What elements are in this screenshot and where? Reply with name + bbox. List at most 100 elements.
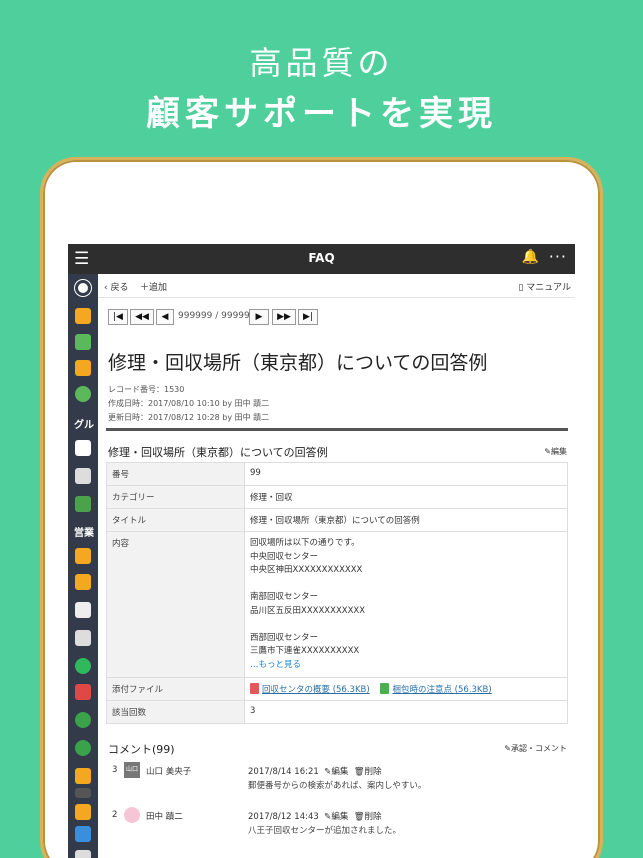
doc-file-icon: [380, 683, 390, 694]
edit-label: 編集: [331, 767, 349, 777]
approve-comment-label: 承認・コメント: [511, 744, 567, 753]
comment-date: 2017/8/14 16:21: [248, 767, 319, 777]
card-icon[interactable]: [75, 440, 91, 456]
field-label: 該当回数: [106, 700, 245, 724]
main-content: ‹ 戻る ＋追加 ▯ マニュアル |◀ ◀◀ ◀ 999999 / 999999…: [98, 274, 575, 858]
search-icon[interactable]: [75, 280, 91, 296]
pdf-file-icon: [250, 683, 259, 694]
comment-text: 郵便番号からの検索があれば、案内しやすい。: [248, 781, 427, 791]
approve-comment-button[interactable]: ✎承認・コメント: [504, 743, 567, 754]
comment-meta: 2017/8/14 16:21 ✎編集 🗑削除: [248, 765, 382, 777]
box-icon[interactable]: [75, 360, 91, 376]
flag-icon[interactable]: [75, 684, 91, 700]
avatar: [124, 807, 140, 823]
updated-at: 更新日時：2017/08/12 10:28 by 田中 蹟二: [108, 413, 270, 422]
content-line: 三鷹市下連雀XXXXXXXXXX: [250, 646, 360, 656]
field-label: カテゴリー: [106, 485, 245, 509]
comment-item: 2 田中 蹟二 2017/8/12 14:43 ✎編集 🗑削除 八王子回収センタ…: [110, 807, 568, 847]
comments-title: コメント(99): [108, 743, 175, 756]
content-line: 西部回収センター: [250, 632, 319, 643]
pager-info: 999999 / 999999: [178, 311, 256, 321]
comment-text: 八王子回収センターが追加されました。: [248, 826, 402, 836]
calendar-icon[interactable]: [75, 468, 91, 484]
bell-icon[interactable]: 🔔: [522, 249, 539, 265]
table-row: カテゴリー 修理・回収: [106, 485, 568, 509]
attachment-link[interactable]: 梱包時の注意点 (56.3KB): [392, 685, 491, 695]
folder2-icon[interactable]: [75, 574, 91, 590]
pencil-icon: ✎: [504, 744, 511, 753]
table-row: 内容 回収場所は以下の通りです。 中央回収センター 中央区神田XXXXXXXXX…: [106, 531, 568, 678]
field-label: タイトル: [106, 508, 245, 532]
content-line: [250, 618, 562, 632]
delete-label: 削除: [364, 767, 382, 777]
comment-date: 2017/8/12 14:43: [248, 812, 319, 822]
table-row: 番号 99: [106, 462, 568, 486]
address-book-icon[interactable]: [75, 334, 91, 350]
add-label: 追加: [149, 283, 168, 293]
app-screen: ☰ FAQ 🔔 ··· グル 営業 ‹ 戻る ＋追加 ▯ マニュアル |◀ ◀◀…: [68, 244, 575, 858]
comment-author: 山口 美央子: [146, 767, 192, 777]
comment-delete-button[interactable]: 🗑削除: [351, 767, 382, 777]
record-number: レコード番号：1530: [108, 385, 185, 394]
manual-button[interactable]: ▯ マニュアル: [518, 280, 571, 293]
content-value: 回収場所は以下の通りです。 中央回収センター 中央区神田XXXXXXXXXXXX…: [244, 531, 568, 678]
calendar2-icon[interactable]: [75, 804, 91, 820]
first-page-button[interactable]: |◀: [108, 309, 128, 325]
prev-fast-button[interactable]: ◀◀: [130, 309, 154, 325]
comment-delete-button[interactable]: 🗑削除: [351, 812, 382, 822]
pie-chart-icon[interactable]: [75, 712, 91, 728]
comment-number: 2: [112, 810, 118, 820]
content-line: 回収場所は以下の通りです。: [250, 538, 360, 548]
content-line: 品川区五反田XXXXXXXXXXX: [250, 605, 366, 616]
table-row: 添付ファイル 回収センタの概要 (56.3KB) 梱包時の注意点 (56.3KB…: [106, 677, 568, 701]
scroll-down-icon[interactable]: [75, 788, 91, 798]
briefcase-icon[interactable]: [75, 768, 91, 784]
record-title: 修理・回収場所（東京都）についての回答例: [108, 352, 488, 374]
more-icon[interactable]: ···: [549, 247, 567, 266]
table-row: 該当回数 3: [106, 700, 568, 724]
folder-icon[interactable]: [75, 548, 91, 564]
next-button[interactable]: ▶: [249, 309, 269, 325]
attachments-value: 回収センタの概要 (56.3KB) 梱包時の注意点 (56.3KB): [244, 677, 568, 701]
checkbox-icon[interactable]: [75, 496, 91, 512]
field-value: 3: [244, 700, 568, 724]
sidebar-label-group: グル: [74, 420, 94, 431]
edit-label: 編集: [551, 447, 567, 456]
page-title-faq: FAQ: [308, 251, 335, 265]
document-icon[interactable]: [75, 602, 91, 618]
comment-number: 3: [112, 765, 118, 775]
content-line: 中央回収センター: [250, 551, 319, 562]
trash-icon: 🗑: [353, 767, 365, 777]
note-icon[interactable]: [75, 850, 91, 858]
schedule-icon[interactable]: [75, 630, 91, 646]
comment-item: 3 山口 山口 美央子 2017/8/14 16:21 ✎編集 🗑削除 郵便番号…: [110, 762, 568, 802]
home-icon[interactable]: [75, 308, 91, 324]
comment-edit-button[interactable]: ✎編集: [321, 812, 348, 822]
prev-button[interactable]: ◀: [156, 309, 174, 325]
attachment-link[interactable]: 回収センタの概要 (56.3KB): [262, 685, 370, 695]
edit-label: 編集: [331, 812, 349, 822]
add-button[interactable]: ＋追加: [140, 280, 167, 293]
field-value: 修理・回収: [244, 485, 568, 509]
pie-chart2-icon[interactable]: [75, 740, 91, 756]
chat-icon[interactable]: [75, 826, 91, 842]
edit-button[interactable]: ✎編集: [544, 446, 567, 457]
user-icon[interactable]: [75, 386, 91, 402]
comment-author: 田中 蹟二: [146, 812, 183, 822]
field-value: 99: [244, 462, 568, 486]
chevron-right-icon[interactable]: [75, 658, 91, 674]
next-fast-button[interactable]: ▶▶: [272, 309, 296, 325]
show-more-link[interactable]: …もっと見る: [250, 659, 562, 673]
field-label: 添付ファイル: [106, 677, 245, 701]
avatar: 山口: [124, 762, 140, 778]
section-title: 修理・回収場所（東京都）についての回答例: [108, 446, 328, 459]
chevron-left-icon: ‹: [104, 283, 108, 293]
sub-toolbar: ‹ 戻る ＋追加 ▯ マニュアル: [98, 274, 575, 298]
back-button[interactable]: ‹ 戻る: [104, 280, 129, 293]
sidebar: グル 営業: [68, 274, 98, 858]
comment-meta: 2017/8/12 14:43 ✎編集 🗑削除: [248, 810, 382, 822]
divider: [106, 428, 568, 431]
content-line: 南部回収センター: [250, 592, 319, 602]
last-page-button[interactable]: ▶|: [298, 309, 318, 325]
comment-edit-button[interactable]: ✎編集: [321, 767, 348, 777]
